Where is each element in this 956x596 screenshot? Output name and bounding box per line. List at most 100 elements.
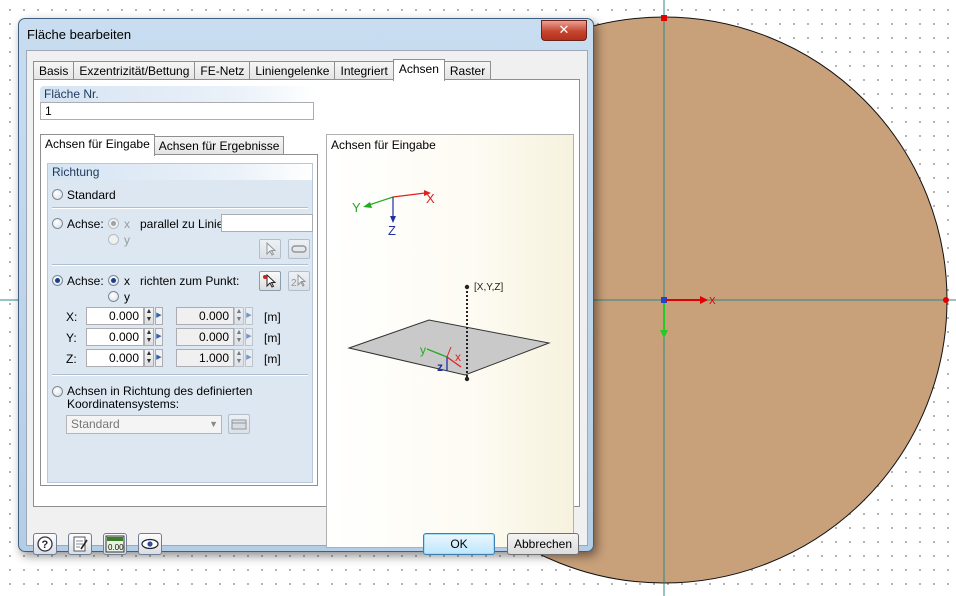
subtab-result-axes[interactable]: Achsen für Ergebnisse bbox=[153, 136, 285, 155]
coord-x-result-more: ▶ bbox=[245, 307, 253, 325]
radio-point-x[interactable] bbox=[108, 275, 119, 286]
global-x-label: X bbox=[426, 191, 435, 206]
separator bbox=[52, 374, 308, 376]
coord-y-result-spinner: ▲ ▼ bbox=[234, 328, 244, 346]
radio-line-y[interactable] bbox=[108, 234, 119, 245]
global-y-label: Y bbox=[352, 200, 361, 215]
axis-point-label: Achse: bbox=[67, 274, 104, 288]
decimal-places-icon: 0.00 bbox=[105, 535, 125, 553]
svg-text:0.00: 0.00 bbox=[108, 543, 124, 552]
coord-z-more-button[interactable]: ▶ bbox=[155, 349, 163, 367]
tab-basis[interactable]: Basis bbox=[33, 61, 75, 80]
ok-button[interactable]: OK bbox=[423, 533, 495, 555]
axis-line-label: Achse: bbox=[67, 217, 104, 231]
radio-standard[interactable] bbox=[52, 189, 63, 200]
parallel-line-input[interactable] bbox=[221, 214, 313, 232]
coord-x-spinner[interactable]: ▲ ▼ bbox=[144, 307, 154, 325]
direction-header: Richtung bbox=[48, 164, 312, 180]
global-y-arrowhead bbox=[363, 202, 372, 208]
coord-y-input[interactable]: 0.000 bbox=[86, 328, 144, 346]
coord-system-label-line2: Koordinatensystems: bbox=[67, 397, 180, 411]
pick-cursor-icon bbox=[266, 241, 277, 256]
coord-z-label: Z: bbox=[66, 352, 77, 366]
canvas-x-label: X bbox=[709, 296, 716, 307]
coord-z-result-more: ▶ bbox=[245, 349, 253, 367]
coord-z-spinner[interactable]: ▲ ▼ bbox=[144, 349, 154, 367]
direction-group: Richtung Standard Achse: x y parallel zu… bbox=[47, 163, 313, 483]
edit-coord-system-button[interactable] bbox=[228, 414, 250, 434]
surface-no-header: Fläche Nr. bbox=[40, 86, 318, 102]
coord-z-unit: [m] bbox=[264, 352, 281, 366]
tab-axes[interactable]: Achsen bbox=[392, 59, 445, 81]
units-button[interactable]: 0.00 bbox=[103, 533, 127, 555]
svg-text:2: 2 bbox=[291, 278, 297, 289]
coord-z-input[interactable]: 0.000 bbox=[86, 349, 144, 367]
local-z-label: z bbox=[437, 360, 443, 374]
main-tab-strip: Basis Exzentrizität/Bettung FE-Netz Lini… bbox=[33, 59, 492, 81]
dialog-titlebar[interactable]: Fläche bearbeiten ✕ bbox=[19, 19, 593, 49]
eye-icon bbox=[141, 538, 159, 550]
local-y-label: y bbox=[420, 343, 426, 357]
radio-line-x[interactable] bbox=[108, 218, 119, 229]
svg-text:?: ? bbox=[42, 539, 49, 551]
pick-point-button[interactable] bbox=[259, 271, 281, 291]
cancel-button[interactable]: Abbrechen bbox=[507, 533, 579, 555]
surface-no-field[interactable]: 1 bbox=[40, 102, 314, 120]
edit-note-icon bbox=[73, 536, 88, 552]
pick-line-button[interactable] bbox=[259, 239, 281, 259]
help-button[interactable]: ? bbox=[33, 533, 57, 555]
radio-axis-parallel-line[interactable] bbox=[52, 218, 63, 229]
tab-integrated[interactable]: Integriert bbox=[334, 61, 394, 80]
two-points-icon: 2 bbox=[291, 273, 307, 289]
right-node[interactable] bbox=[943, 297, 949, 303]
coord-x-input[interactable]: 0.000 bbox=[86, 307, 144, 325]
axes-tab-panel: Fläche Nr. 1 Achsen für Eingabe Achsen f… bbox=[33, 79, 580, 548]
view-button[interactable] bbox=[138, 533, 162, 555]
chevron-down-icon: ▼ bbox=[209, 419, 218, 429]
point-direction-label: richten zum Punkt: bbox=[140, 274, 240, 288]
help-icon: ? bbox=[37, 536, 53, 552]
tab-grid[interactable]: Raster bbox=[443, 61, 492, 80]
coord-x-result-spinner: ▲ ▼ bbox=[234, 307, 244, 325]
dialog-title: Fläche bearbeiten bbox=[27, 27, 132, 42]
coord-system-value: Standard bbox=[71, 417, 120, 431]
select-line-button[interactable] bbox=[288, 239, 310, 259]
coord-y-result-more: ▶ bbox=[245, 328, 253, 346]
coord-y-label: Y: bbox=[66, 331, 77, 345]
local-x-label: x bbox=[455, 350, 461, 364]
close-button[interactable]: ✕ bbox=[541, 20, 587, 41]
axes-preview-panel: Achsen für Eingabe X Y Z [X,Y,Z] y z x bbox=[326, 134, 574, 548]
tab-eccentricity[interactable]: Exzentrizität/Bettung bbox=[73, 61, 196, 80]
point-x-label: x bbox=[124, 274, 130, 288]
coord-y-more-button[interactable]: ▶ bbox=[155, 328, 163, 346]
pick-two-points-button[interactable]: 2 bbox=[288, 271, 310, 291]
target-point-foot bbox=[464, 376, 470, 382]
surface-plane bbox=[347, 319, 551, 376]
pick-point-icon bbox=[263, 273, 277, 288]
point-label: [X,Y,Z] bbox=[474, 282, 503, 293]
tab-fe-mesh[interactable]: FE-Netz bbox=[194, 61, 251, 80]
global-y-axis bbox=[368, 196, 394, 206]
tab-line-hinges[interactable]: Liniengelenke bbox=[249, 61, 336, 80]
radio-coord-system[interactable] bbox=[52, 386, 63, 397]
axes-subtab-strip: Achsen für Eingabe Achsen für Ergebnisse bbox=[40, 134, 285, 156]
target-point bbox=[464, 284, 470, 290]
coord-x-label: X: bbox=[66, 310, 78, 324]
coord-x-more-button[interactable]: ▶ bbox=[155, 307, 163, 325]
top-node[interactable] bbox=[661, 15, 667, 21]
radio-point-y[interactable] bbox=[108, 291, 119, 302]
line-x-label: x bbox=[124, 217, 130, 231]
input-axes-panel: Richtung Standard Achse: x y parallel zu… bbox=[40, 154, 318, 486]
subtab-input-axes[interactable]: Achsen für Eingabe bbox=[40, 134, 155, 156]
coord-y-spinner[interactable]: ▲ ▼ bbox=[144, 328, 154, 346]
edit-surface-dialog: Fläche bearbeiten ✕ Basis Exzentrizität/… bbox=[18, 18, 594, 555]
coord-x-result: 0.000 bbox=[176, 307, 234, 325]
separator bbox=[52, 264, 308, 266]
radio-axis-to-point[interactable] bbox=[52, 275, 63, 286]
global-x-axis bbox=[392, 192, 426, 198]
line-y-label: y bbox=[124, 233, 130, 247]
coord-y-result: 0.000 bbox=[176, 328, 234, 346]
comment-button[interactable] bbox=[68, 533, 92, 555]
point-y-label: y bbox=[124, 290, 130, 304]
coord-system-select[interactable]: Standard ▼ bbox=[66, 415, 222, 434]
